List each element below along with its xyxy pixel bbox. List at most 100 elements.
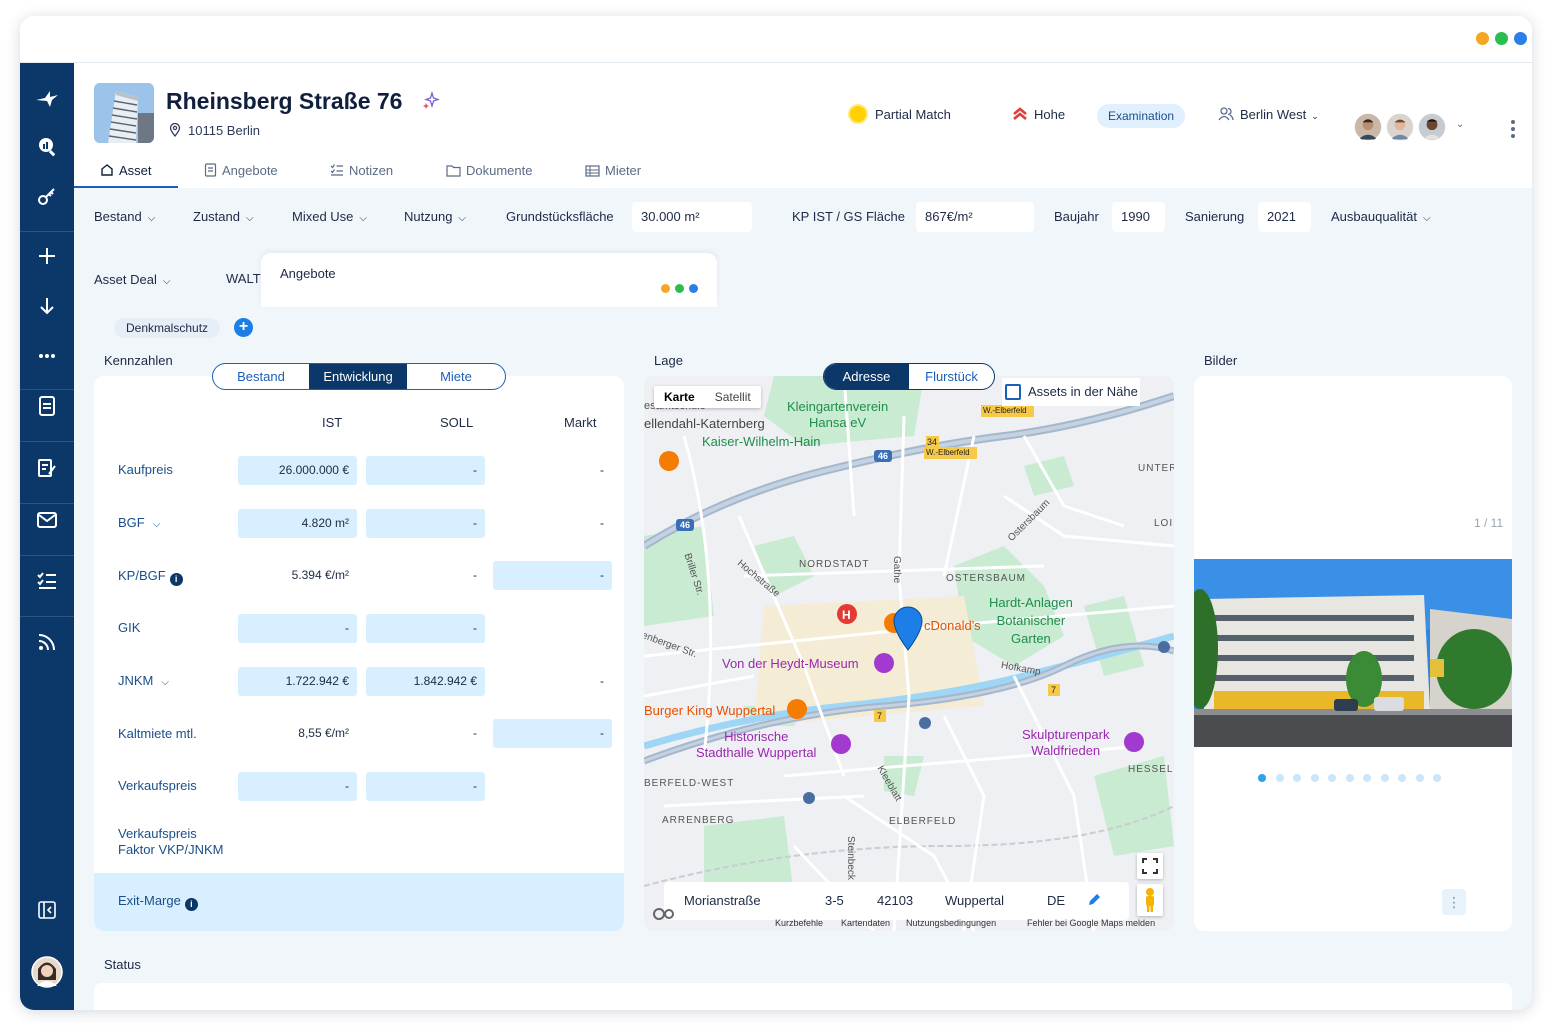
segment-bestand[interactable]: Bestand bbox=[213, 364, 309, 389]
filter-walt[interactable]: WALT bbox=[226, 264, 261, 294]
download-icon[interactable] bbox=[32, 296, 62, 326]
search-chart-icon[interactable] bbox=[32, 135, 62, 165]
kebab-menu-icon[interactable] bbox=[1506, 117, 1520, 141]
plus-icon[interactable] bbox=[32, 246, 62, 276]
map-canvas[interactable]: H bbox=[644, 376, 1174, 931]
pager-dot[interactable] bbox=[1380, 774, 1389, 782]
sparkle-icon[interactable] bbox=[422, 90, 441, 109]
image-options-button[interactable]: ⋮ bbox=[1442, 889, 1466, 915]
filter-nutzung[interactable]: Nutzung ⌵ bbox=[404, 202, 466, 234]
window-dot-blue[interactable] bbox=[1514, 32, 1527, 45]
map-footer-terms[interactable]: Nutzungsbedingungen bbox=[906, 918, 996, 928]
kaltmiete-markt-input[interactable]: - bbox=[493, 719, 612, 748]
grundstuecksflaeche-input[interactable]: 30.000 m² bbox=[632, 202, 752, 232]
team-select[interactable]: Berlin West ⌄ bbox=[1218, 101, 1319, 129]
fullscreen-icon[interactable] bbox=[1137, 853, 1163, 879]
nearby-assets-checkbox[interactable] bbox=[1005, 384, 1021, 400]
info-icon[interactable]: i bbox=[184, 898, 198, 911]
bgf-soll-input[interactable]: - bbox=[366, 509, 485, 538]
segment-miete[interactable]: Miete bbox=[407, 364, 505, 389]
verkaufspreis-soll-input[interactable]: - bbox=[366, 772, 485, 801]
gik-ist-input[interactable]: - bbox=[238, 614, 357, 643]
window-dot-orange[interactable] bbox=[1476, 32, 1489, 45]
pager-dot[interactable] bbox=[1328, 774, 1336, 782]
popup-dot-orange[interactable] bbox=[661, 284, 670, 293]
more-icon[interactable] bbox=[32, 346, 62, 376]
map-footer-report[interactable]: Fehler bei Google Maps melden bbox=[1027, 918, 1155, 928]
map-type-satellit[interactable]: Satellit bbox=[705, 386, 761, 408]
kaufpreis-ist-input[interactable]: 26.000.000 € bbox=[238, 456, 357, 485]
tab-angebote[interactable]: Angebote bbox=[204, 156, 278, 188]
bgf-ist-input[interactable]: 4.820 m² bbox=[238, 509, 357, 538]
segment-entwicklung[interactable]: Entwicklung bbox=[309, 364, 407, 389]
logo-bird-icon[interactable] bbox=[32, 85, 62, 115]
stage-badge[interactable]: Examination bbox=[1097, 104, 1186, 128]
pager-dot[interactable] bbox=[1363, 774, 1371, 782]
tag-denkmalschutz[interactable]: Denkmalschutz bbox=[114, 318, 221, 338]
sanierung-input[interactable]: 2021 bbox=[1258, 202, 1311, 232]
window-dot-green[interactable] bbox=[1495, 32, 1508, 45]
feed-icon[interactable] bbox=[32, 632, 62, 662]
angebote-popup: Angebote bbox=[261, 253, 717, 307]
pager-dot[interactable] bbox=[1415, 774, 1424, 782]
info-icon[interactable]: i bbox=[169, 573, 183, 586]
edit-pencil-icon[interactable] bbox=[1087, 882, 1101, 920]
pager-dot[interactable] bbox=[1398, 774, 1406, 782]
form-icon[interactable] bbox=[32, 458, 62, 488]
kaltmiete-soll-value: - bbox=[473, 726, 477, 740]
jnkm-ist-input[interactable]: 1.722.942 € bbox=[238, 667, 357, 696]
kp-bgf-markt-input[interactable]: - bbox=[493, 561, 612, 590]
map-footer-shortcuts[interactable]: Kurzbefehle bbox=[775, 918, 823, 928]
filter-mixed-use[interactable]: Mixed Use ⌵ bbox=[292, 202, 367, 234]
kaltmiete-ist-value: 8,55 €/m² bbox=[298, 726, 349, 740]
kaufpreis-soll-input[interactable]: - bbox=[366, 456, 485, 485]
address-city: Wuppertal bbox=[945, 893, 1005, 908]
pager-dot[interactable] bbox=[1275, 774, 1284, 782]
baujahr-input[interactable]: 1990 bbox=[1112, 202, 1165, 232]
avatars-chevron-icon[interactable]: ⌄ bbox=[1456, 119, 1464, 130]
segment-flurstueck[interactable]: Flurstück bbox=[909, 364, 994, 389]
key-icon[interactable] bbox=[32, 185, 62, 215]
user-avatar[interactable] bbox=[31, 956, 63, 988]
tab-notizen[interactable]: Notizen bbox=[330, 156, 393, 188]
exit-marge-row: Exit-Marge i bbox=[94, 873, 624, 931]
pager-dot[interactable] bbox=[1345, 774, 1354, 782]
row-label-jnkm[interactable]: JNKM ⌵ bbox=[118, 673, 169, 691]
tab-dokumente[interactable]: Dokumente bbox=[446, 156, 532, 188]
document-icon[interactable] bbox=[32, 396, 62, 426]
gik-soll-input[interactable]: - bbox=[366, 614, 485, 643]
popup-dot-blue[interactable] bbox=[689, 284, 698, 293]
assignee-avatars[interactable] bbox=[1352, 111, 1452, 147]
nearby-assets-toggle[interactable]: Assets in der Nähe bbox=[1002, 378, 1140, 406]
pager-dot[interactable] bbox=[1310, 774, 1319, 782]
kp-ist-input[interactable]: 867€/m² bbox=[916, 202, 1034, 232]
filter-zustand[interactable]: Zustand ⌵ bbox=[193, 202, 254, 234]
match-status[interactable]: Partial Match bbox=[850, 101, 951, 129]
mail-icon[interactable] bbox=[32, 508, 62, 538]
collapse-sidebar-icon[interactable] bbox=[32, 899, 62, 929]
jnkm-soll-input[interactable]: 1.842.942 € bbox=[366, 667, 485, 696]
tab-asset[interactable]: Asset bbox=[100, 156, 152, 188]
document-icon bbox=[204, 163, 217, 177]
filter-bestand[interactable]: Bestand ⌵ bbox=[94, 202, 155, 234]
checklist-icon[interactable] bbox=[32, 570, 62, 600]
popup-dot-green[interactable] bbox=[675, 284, 684, 293]
street-view-pegman-icon[interactable] bbox=[1137, 884, 1163, 916]
building-photo[interactable] bbox=[1194, 559, 1512, 747]
pager-dot[interactable] bbox=[1293, 774, 1301, 782]
pager-dot[interactable] bbox=[1258, 774, 1266, 782]
map-type-karte[interactable]: Karte bbox=[654, 386, 705, 408]
filter-asset-deal[interactable]: Asset Deal ⌵ bbox=[94, 265, 170, 297]
map-footer-mapdata[interactable]: Kartendaten bbox=[841, 918, 890, 928]
filter-ausbauqualitaet[interactable]: Ausbauqualität ⌵ bbox=[1331, 202, 1431, 234]
tab-dokumente-label: Dokumente bbox=[466, 163, 533, 178]
row-label-bgf[interactable]: BGF ⌵ bbox=[118, 515, 160, 533]
col-header-ist: IST bbox=[322, 415, 343, 430]
pager-dot[interactable] bbox=[1433, 774, 1441, 782]
tab-mieter[interactable]: Mieter bbox=[585, 156, 641, 188]
segment-adresse[interactable]: Adresse bbox=[824, 364, 909, 389]
priority-indicator[interactable]: Hohe bbox=[1012, 101, 1065, 129]
map-view[interactable]: H esamts bbox=[644, 376, 1174, 931]
verkaufspreis-ist-input[interactable]: - bbox=[238, 772, 357, 801]
add-tag-button[interactable]: + bbox=[234, 318, 253, 337]
